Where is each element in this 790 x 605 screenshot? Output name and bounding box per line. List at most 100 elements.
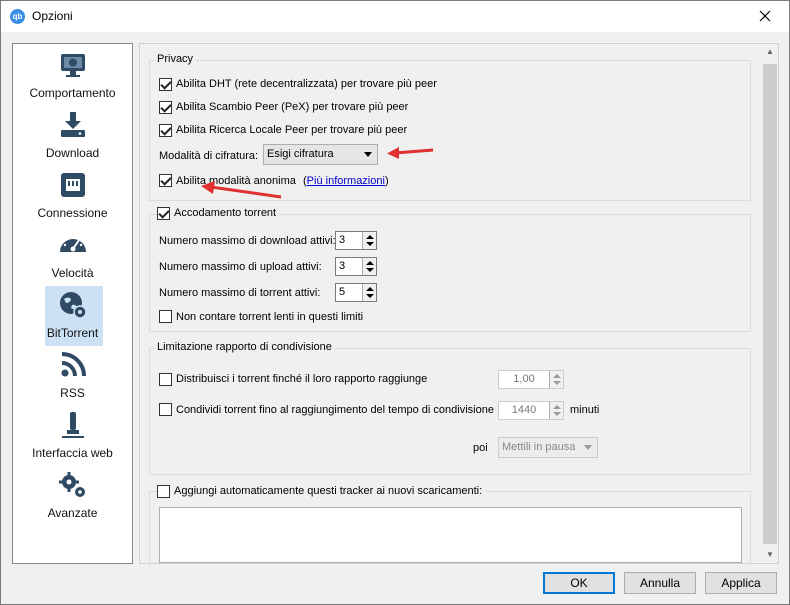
chevron-down-icon — [364, 152, 372, 157]
sidebar-item-comportamento[interactable]: Comportamento — [14, 46, 131, 104]
spin-down-icon — [366, 242, 374, 246]
seed-time-value: 1440 — [511, 404, 537, 416]
add-trackers-label: Aggiungi automaticamente questi tracker … — [171, 485, 486, 497]
close-button[interactable] — [743, 1, 787, 31]
spin-buttons[interactable] — [362, 232, 376, 249]
encryption-value: Esigi cifratura — [267, 148, 334, 160]
pex-label: Abilita Scambio Peer (PeX) per trovare p… — [176, 101, 409, 113]
ratio-group-title: Limitazione rapporto di condivisione — [154, 341, 335, 353]
slow-torrents-checkbox[interactable] — [159, 310, 172, 323]
spin-down-icon — [553, 412, 561, 416]
spin-up-icon — [553, 405, 561, 409]
max-uploads-spinbox[interactable]: 3 — [335, 257, 377, 276]
sidebar-item-velocita[interactable]: Velocità — [14, 226, 131, 284]
sidebar-item-interfaccia-web[interactable]: Interfaccia web — [14, 406, 131, 464]
sidebar-item-label: Avanzate — [47, 506, 98, 520]
close-icon — [759, 10, 771, 22]
more-info-link-wrap: (Più informazioni) — [303, 175, 389, 187]
cancel-button[interactable]: Annulla — [624, 572, 696, 594]
max-downloads-spinbox[interactable]: 3 — [335, 231, 377, 250]
pex-checkbox[interactable] — [159, 101, 172, 114]
then-label: poi — [473, 442, 488, 454]
seed-time-checkbox[interactable] — [159, 403, 172, 416]
ratio-limit-checkbox[interactable] — [159, 373, 172, 386]
encryption-label: Modalità di cifratura: — [159, 150, 259, 162]
spin-down-icon — [366, 268, 374, 272]
sidebar-item-label: Comportamento — [29, 86, 116, 100]
spin-up-icon — [366, 287, 374, 291]
sidebar-item-avanzate[interactable]: Avanzate — [14, 466, 131, 524]
web-ui-icon — [62, 412, 84, 438]
window-title: Opzioni — [32, 9, 73, 23]
spin-buttons[interactable] — [362, 284, 376, 301]
max-torrents-value: 5 — [339, 286, 346, 298]
paren-close: ) — [384, 175, 389, 187]
apply-button[interactable]: Applica — [705, 572, 777, 594]
privacy-group-title: Privacy — [154, 53, 197, 65]
sidebar-item-label: Velocità — [51, 266, 94, 280]
max-uploads-label: Numero massimo di upload attivi: — [159, 261, 322, 273]
spin-up-icon — [553, 374, 561, 378]
sidebar-item-download[interactable]: Download — [14, 106, 131, 164]
lsd-label: Abilita Ricerca Locale Peer per trovare … — [176, 124, 408, 136]
chevron-down-icon — [584, 445, 592, 450]
lsd-checkbox[interactable] — [159, 124, 172, 137]
sidebar-item-connessione[interactable]: Connessione — [14, 166, 131, 224]
queue-checkbox[interactable] — [157, 207, 170, 220]
spin-up-icon — [366, 235, 374, 239]
max-downloads-label: Numero massimo di download attivi: — [159, 235, 336, 247]
scroll-up-icon[interactable]: ▲ — [762, 44, 778, 60]
spin-down-icon — [553, 381, 561, 385]
max-uploads-value: 3 — [339, 260, 346, 272]
ratio-limit-label: Distribuisci i torrent finché il loro ra… — [176, 373, 428, 385]
ratio-value: 1,00 — [513, 373, 535, 385]
options-window: qb Opzioni Comportamento Download Connes… — [0, 0, 790, 605]
seed-time-label: Condividi torrent fino al raggiungimento… — [176, 404, 494, 416]
speedometer-icon — [60, 235, 86, 252]
rss-icon — [61, 352, 86, 377]
slow-torrents-label: Non contare torrent lenti in questi limi… — [176, 311, 364, 323]
max-torrents-label: Numero massimo di torrent attivi: — [159, 287, 321, 299]
trackers-textarea[interactable] — [159, 507, 742, 563]
sidebar-item-label: Connessione — [37, 206, 108, 220]
monitor-icon — [61, 54, 85, 77]
spin-up-icon — [366, 261, 374, 265]
max-torrents-spinbox[interactable]: 5 — [335, 283, 377, 302]
globe-gear-icon — [60, 292, 87, 319]
seed-time-unit: minuti — [570, 404, 600, 416]
queue-group-title: Accodamento torrent — [171, 207, 280, 219]
sidebar-item-label: Download — [45, 146, 100, 160]
max-downloads-value: 3 — [339, 234, 346, 246]
gears-icon — [59, 472, 85, 497]
anonymous-mode-checkbox[interactable] — [159, 174, 172, 187]
scrollbar-thumb[interactable] — [763, 64, 777, 544]
seed-time-spinbox[interactable]: 1440 — [498, 401, 564, 420]
encryption-dropdown[interactable]: Esigi cifratura — [263, 144, 378, 165]
spin-buttons[interactable] — [549, 371, 563, 388]
ratio-spinbox[interactable]: 1,00 — [498, 370, 564, 389]
vertical-scrollbar[interactable]: ▲ ▼ — [762, 44, 778, 563]
ok-button[interactable]: OK — [543, 572, 615, 594]
annotation-arrow-icon — [201, 181, 282, 199]
sidebar-item-rss[interactable]: RSS — [14, 346, 131, 404]
sidebar-item-label: RSS — [60, 386, 85, 400]
sidebar-item-label: BitTorrent — [46, 326, 99, 340]
then-action-dropdown[interactable]: Mettili in pausa — [498, 437, 598, 458]
spin-buttons[interactable] — [362, 258, 376, 275]
dht-label: Abilita DHT (rete decentralizzata) per t… — [176, 78, 437, 90]
spin-buttons[interactable] — [549, 402, 563, 419]
annotation-arrow-icon — [387, 147, 434, 159]
spin-down-icon — [366, 294, 374, 298]
category-sidebar: Comportamento Download Connessione Veloc… — [12, 43, 133, 564]
network-icon — [61, 173, 85, 197]
sidebar-item-label: Interfaccia web — [32, 446, 113, 460]
dht-checkbox[interactable] — [159, 78, 172, 91]
sidebar-item-bittorrent[interactable]: BitTorrent — [14, 286, 131, 346]
download-icon — [61, 112, 85, 137]
add-trackers-checkbox[interactable] — [157, 485, 170, 498]
then-action-value: Mettili in pausa — [502, 441, 576, 453]
title-bar: qb Opzioni — [1, 1, 789, 32]
app-logo-icon: qb — [10, 9, 25, 24]
scroll-down-icon[interactable]: ▼ — [762, 547, 778, 563]
more-info-link[interactable]: Più informazioni — [307, 175, 385, 187]
